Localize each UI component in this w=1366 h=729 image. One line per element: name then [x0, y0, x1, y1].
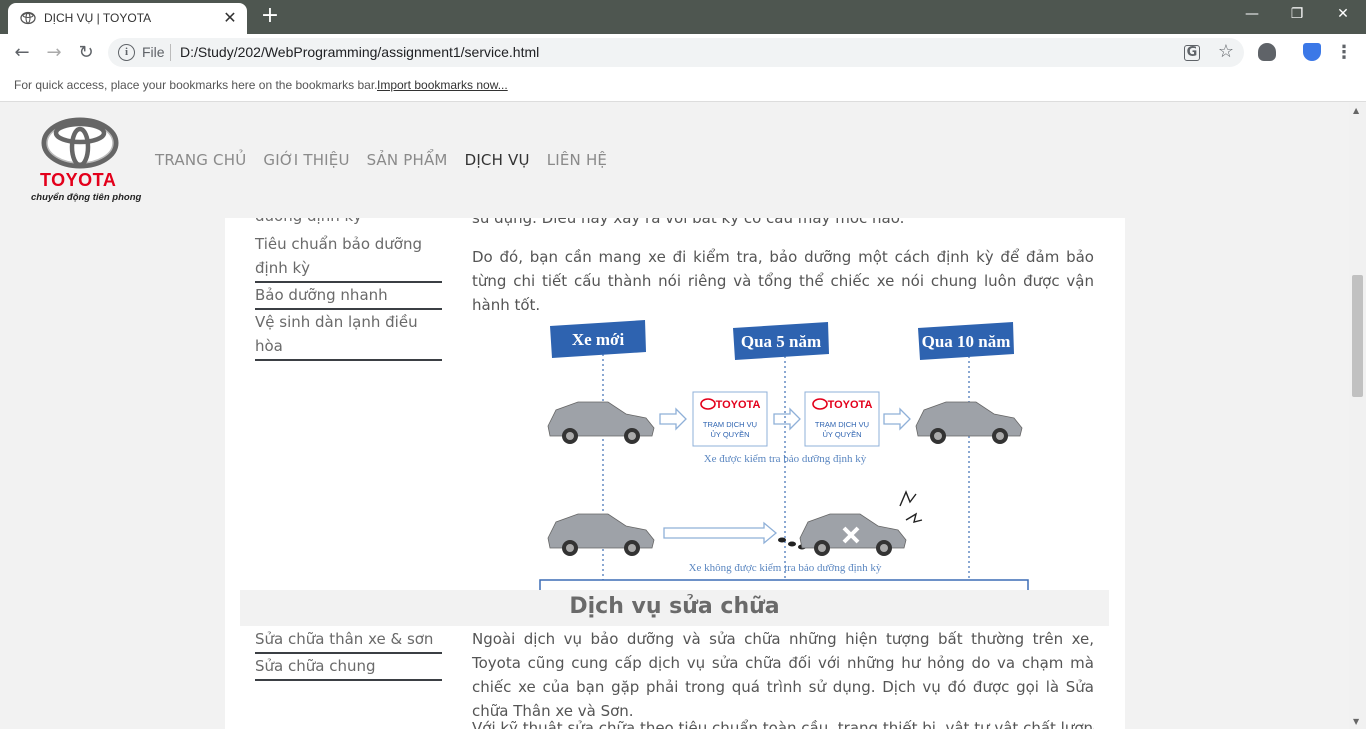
- nav-home[interactable]: TRANG CHỦ: [155, 151, 246, 169]
- car-new-icon: [547, 401, 655, 444]
- bookmarks-bar: For quick access, place your bookmarks h…: [0, 71, 1366, 102]
- repair-paragraph: Ngoài dịch vụ bảo dưỡng và sửa chữa nhữn…: [472, 630, 1094, 720]
- broken-car-icon: [778, 490, 923, 556]
- svg-text:Qua 10 năm: Qua 10 năm: [922, 332, 1011, 351]
- sidebar-item-quick[interactable]: Bảo dưỡng nhanh: [255, 283, 442, 310]
- page-viewport: dưỡng định kỳ Tiêu chuẩn bảo dưỡng định …: [0, 103, 1349, 729]
- svg-text:Qua 5 năm: Qua 5 năm: [741, 332, 821, 351]
- section-header: Dịch vụ sửa chữa: [240, 590, 1109, 626]
- menu-icon[interactable]: ⋮: [1333, 42, 1355, 64]
- logo-tagline: chuyển động tiên phong: [31, 192, 142, 203]
- close-window-button[interactable]: ✕: [1333, 6, 1353, 22]
- omnibox-divider: [170, 44, 171, 61]
- sidebar-item-general-repair[interactable]: Sửa chữa chung: [255, 654, 442, 681]
- logo-wordmark: TOYOTA: [40, 170, 117, 190]
- service-station-2: TOYOTA TRẠM DỊCH VỤ ỦY QUYỀN: [804, 391, 880, 447]
- svg-text:TOYOTA: TOYOTA: [716, 399, 761, 411]
- new-tab-button[interactable]: +: [258, 3, 282, 28]
- sidebar-item-body-paint[interactable]: Sửa chữa thân xe & sơn: [255, 627, 442, 654]
- nav-contact[interactable]: LIÊN HỆ: [547, 151, 607, 169]
- svg-text:TRẠM DỊCH VỤ: TRẠM DỊCH VỤ: [815, 420, 869, 429]
- repair-text-cut: Với kỹ thuật sửa chữa theo tiêu chuẩn to…: [472, 719, 1094, 729]
- address-bar[interactable]: i File D:/Study/202/WebProgramming/assig…: [108, 38, 1244, 67]
- reload-icon[interactable]: ↻: [75, 42, 97, 64]
- page-scrollbar[interactable]: ▲ ▼: [1349, 103, 1366, 729]
- main-nav: TRANG CHỦ GIỚI THIỆU SẢN PHẨM DỊCH VỤ LI…: [155, 151, 607, 169]
- sidebar-maintenance: dưỡng định kỳ Tiêu chuẩn bảo dưỡng định …: [255, 204, 442, 361]
- minimize-button[interactable]: —: [1242, 6, 1262, 22]
- service-station-1: TOYOTA TRẠM DỊCH VỤ ỦY QUYỀN: [692, 391, 768, 447]
- bookmark-star-icon[interactable]: ☆: [1216, 41, 1236, 62]
- car-unmaintained-icon: [547, 513, 655, 556]
- url-scheme: File: [142, 44, 165, 60]
- caption-bad: Xe không được kiểm tra bảo dưỡng định kỳ: [689, 562, 882, 574]
- label-tag-5y: Qua 5 năm: [733, 322, 829, 360]
- bookmarks-hint: For quick access, place your bookmarks h…: [14, 78, 378, 92]
- long-arrow-icon: [663, 521, 778, 545]
- caption-good: Xe được kiểm tra bảo dưỡng định kỳ: [704, 453, 867, 465]
- nav-about[interactable]: GIỚI THIỆU: [263, 151, 349, 169]
- import-bookmarks-link[interactable]: Import bookmarks now...: [377, 78, 508, 92]
- scroll-thumb[interactable]: [1352, 275, 1363, 397]
- svg-text:ỦY QUYỀN: ỦY QUYỀN: [710, 429, 749, 439]
- maintenance-paragraph: Do đó, bạn cần mang xe đi kiểm tra, bảo …: [472, 248, 1094, 314]
- browser-tab[interactable]: DỊCH VỤ | TOYOTA ✕: [8, 3, 247, 34]
- label-tag-new: Xe mới: [550, 320, 646, 358]
- sidebar-repair: Sửa chữa thân xe & sơn Sửa chữa chung: [255, 627, 442, 681]
- svg-text:TRẠM DỊCH VỤ: TRẠM DỊCH VỤ: [703, 420, 757, 429]
- site-header: TOYOTA chuyển động tiên phong TRANG CHỦ …: [0, 103, 1349, 218]
- adblock-extension-icon[interactable]: [1258, 43, 1276, 61]
- tab-title: DỊCH VỤ | TOYOTA: [44, 11, 152, 25]
- section-title: Dịch vụ sửa chữa: [569, 594, 780, 619]
- shield-extension-icon[interactable]: [1303, 43, 1321, 61]
- browser-toolbar: ← → ↻ i File D:/Study/202/WebProgramming…: [0, 34, 1366, 71]
- translate-icon[interactable]: G: [1184, 45, 1200, 61]
- maintenance-diagram: Xe mới Qua 5 năm Qua 10 năm TOYOTA TRẠM …: [539, 320, 1029, 590]
- back-icon[interactable]: ←: [11, 42, 33, 64]
- svg-text:TOYOTA: TOYOTA: [828, 399, 873, 411]
- forward-icon[interactable]: →: [43, 42, 65, 64]
- timeline-base: [539, 579, 1029, 590]
- sidebar-item-standard[interactable]: Tiêu chuẩn bảo dưỡng định kỳ: [255, 232, 442, 283]
- scroll-down-icon[interactable]: ▼: [1353, 717, 1359, 726]
- restore-button[interactable]: ❐: [1287, 6, 1307, 22]
- info-icon[interactable]: i: [118, 44, 135, 61]
- svg-text:Xe mới: Xe mới: [572, 330, 625, 349]
- scroll-up-icon[interactable]: ▲: [1353, 106, 1359, 115]
- url-text[interactable]: D:/Study/202/WebProgramming/assignment1/…: [180, 44, 539, 60]
- tab-strip: DỊCH VỤ | TOYOTA ✕ + — ❐ ✕: [0, 0, 1366, 34]
- nav-products[interactable]: SẢN PHẨM: [367, 151, 448, 169]
- tab-close-icon[interactable]: ✕: [221, 8, 239, 27]
- label-tag-10y: Qua 10 năm: [918, 322, 1014, 360]
- toyota-favicon-icon: [20, 11, 36, 25]
- svg-text:ỦY QUYỀN: ỦY QUYỀN: [822, 429, 861, 439]
- nav-services[interactable]: DỊCH VỤ: [465, 151, 530, 169]
- sidebar-item-aircon[interactable]: Vệ sinh dàn lạnh điều hòa: [255, 310, 442, 361]
